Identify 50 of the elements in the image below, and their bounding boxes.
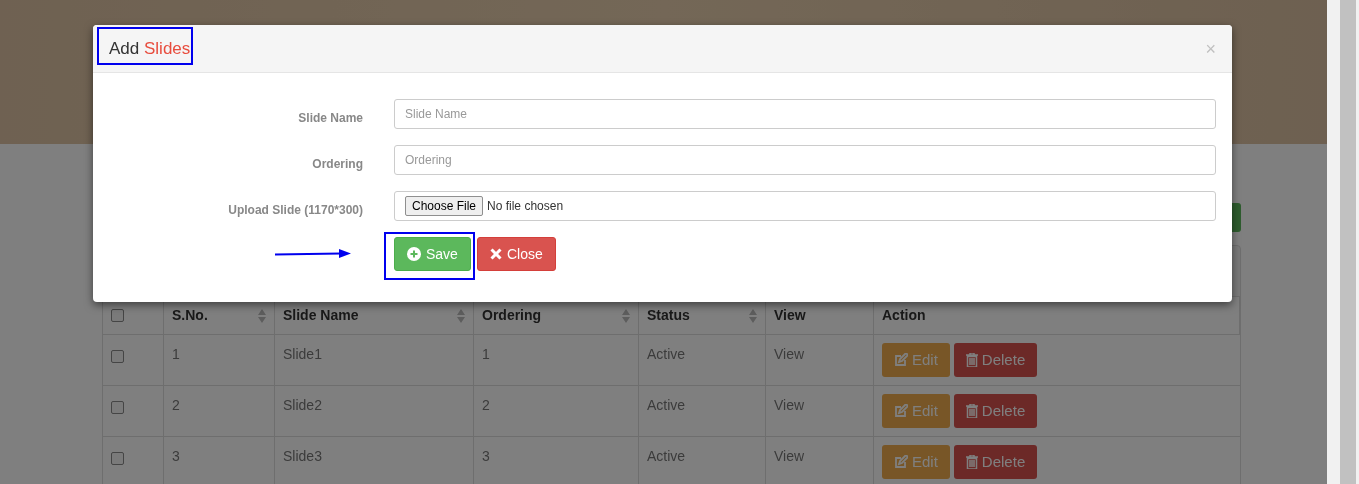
scrollbar[interactable] (1327, 0, 1359, 484)
table-cell: Slide1 (283, 346, 322, 362)
checkbox[interactable] (111, 309, 124, 322)
table-cell: Slide3 (283, 448, 322, 464)
sort-icon (457, 308, 465, 323)
trash-icon (965, 353, 978, 367)
field-label: Ordering (312, 156, 363, 173)
edit-icon (894, 353, 908, 367)
close-icon (489, 248, 502, 260)
table-cell[interactable]: View (774, 397, 805, 413)
save-button[interactable]: Save (394, 237, 471, 271)
edit-button[interactable]: Edit (882, 343, 950, 377)
table-cell: 1 (172, 346, 180, 362)
checkbox[interactable] (111, 401, 124, 414)
table-cell: 2 (172, 397, 180, 413)
edit-icon (894, 455, 908, 469)
plus-circle-icon (407, 247, 421, 261)
delete-button[interactable]: Delete (953, 394, 1038, 428)
file-field[interactable]: Choose File No file chosen (394, 191, 1216, 221)
edit-button[interactable]: Edit (882, 394, 950, 428)
choose-file-button[interactable]: Choose File (405, 196, 484, 216)
delete-button[interactable]: Delete (953, 445, 1038, 479)
table-cell: 3 (172, 448, 180, 464)
field-label: Slide Name (298, 110, 363, 127)
table-cell: 3 (482, 448, 490, 464)
checkbox[interactable] (111, 452, 124, 465)
close-button[interactable]: Close (476, 237, 556, 271)
modal-title: Add Slides (109, 37, 191, 60)
table-cell: 2 (482, 397, 490, 413)
edit-icon (894, 404, 908, 418)
table-cell: 1 (482, 346, 490, 362)
close-button[interactable]: × (1205, 39, 1216, 58)
sort-icon (749, 308, 757, 323)
field-label: Upload Slide (1170*300) (228, 202, 363, 219)
trash-icon (965, 455, 978, 469)
text-field[interactable]: Ordering (394, 145, 1216, 175)
table-cell[interactable]: View (774, 448, 805, 464)
table-cell: Slide2 (283, 397, 322, 413)
file-status: No file chosen (487, 198, 564, 215)
checkbox[interactable] (111, 350, 124, 363)
table-cell[interactable]: View (774, 346, 805, 362)
sort-icon (622, 308, 630, 323)
table-cell: Active (647, 346, 686, 362)
edit-button[interactable]: Edit (882, 445, 950, 479)
table-cell: Active (647, 397, 686, 413)
delete-button[interactable]: Delete (953, 343, 1038, 377)
table-cell: Active (647, 448, 686, 464)
sort-icon (258, 308, 266, 323)
text-field[interactable]: Slide Name (394, 99, 1216, 129)
trash-icon (965, 404, 978, 418)
